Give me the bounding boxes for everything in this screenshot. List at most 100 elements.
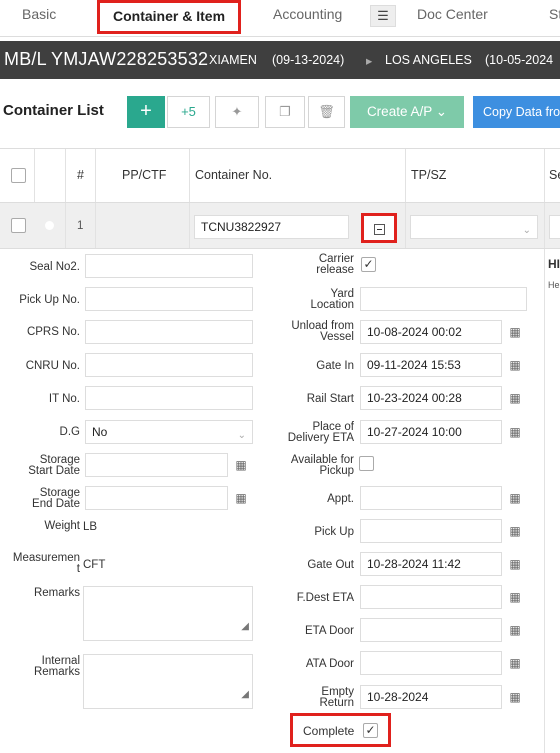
calendar-icon[interactable]: ▦ (504, 554, 526, 574)
calendar-icon[interactable]: ▦ (504, 422, 526, 442)
table-row[interactable]: 1 TCNU3822927 ⌄ (0, 203, 560, 249)
calendar-icon[interactable]: ▦ (504, 521, 526, 541)
calendar-icon[interactable]: ▦ (504, 620, 526, 640)
trash-icon[interactable]: 🗑 (308, 96, 345, 128)
gate-in-label: Gate In (316, 360, 354, 372)
header-select-cell (0, 149, 34, 202)
create-ap-button[interactable]: Create A/P ⌄ (350, 96, 464, 128)
internal-remarks-textarea[interactable]: ◢ (83, 654, 253, 709)
unload-vessel-input[interactable]: 10-08-2024 00:02 (360, 320, 502, 344)
cnru-no-input[interactable] (85, 353, 253, 377)
fdest-eta-input[interactable] (360, 585, 502, 609)
storage-end-label-2: End Date (32, 498, 80, 510)
available-pickup-checkbox[interactable] (359, 456, 374, 471)
column-tp-sz-label: TP/SZ (411, 168, 447, 182)
storage-start-input[interactable] (85, 453, 228, 477)
ata-door-label: ATA Door (305, 658, 354, 670)
chevron-down-icon: ⌄ (237, 430, 246, 441)
appt-input[interactable] (360, 486, 502, 510)
resize-handle-icon[interactable]: ◢ (241, 616, 249, 638)
collapse-button[interactable] (361, 213, 397, 243)
row-divider (189, 203, 190, 248)
calendar-icon[interactable]: ▦ (504, 322, 526, 342)
copy-data-button[interactable]: Copy Data fro (473, 96, 560, 128)
cnru-no-label: CNRU No. (25, 360, 80, 372)
pick-up-label: Pick Up (314, 526, 354, 538)
origin-port: XIAMEN (209, 53, 257, 67)
row-status-dot-icon (45, 221, 54, 230)
create-ap-label: Create A/P (366, 104, 432, 119)
calendar-icon[interactable]: ▦ (504, 653, 526, 673)
pod-eta-label-2: Delivery ETA (287, 432, 354, 444)
select-all-checkbox[interactable] (11, 168, 26, 183)
available-pickup-label-2: Pickup (319, 465, 354, 477)
column-container-no-label: Container No. (195, 168, 273, 182)
tab-bar: Basic Container & Item Accounting ☰ Doc … (0, 0, 560, 37)
carrier-release-label: Carrier release (260, 253, 354, 276)
tab-container-item[interactable]: Container & Item (97, 0, 242, 34)
internal-remarks-label: Internal Remarks (0, 655, 80, 678)
unload-vessel-label: Unload from Vessel (260, 320, 354, 343)
side-panel-sub: He (548, 280, 560, 290)
carrier-release-label-2: release (316, 264, 354, 276)
tab-next[interactable]: St (549, 0, 560, 34)
gate-out-input[interactable]: 10-28-2024 11:42 (360, 552, 502, 576)
calendar-icon[interactable]: ▦ (504, 488, 526, 508)
complete-checkbox[interactable]: ✓ (363, 723, 378, 738)
container-list-title: Container List (3, 102, 104, 119)
row-divider (65, 203, 66, 248)
measurement-label: Measuremen t (0, 552, 80, 575)
pod-eta-input[interactable]: 10-27-2024 10:00 (360, 420, 502, 444)
ata-door-input[interactable] (360, 651, 502, 675)
tab-accounting[interactable]: Accounting (273, 0, 342, 34)
pick-up-input[interactable] (360, 519, 502, 543)
empty-return-label: Empty Return (260, 686, 354, 709)
eta-door-label: ETA Door (305, 625, 354, 637)
row-divider (405, 203, 406, 248)
storage-end-input[interactable] (85, 486, 228, 510)
pick-up-no-input[interactable] (85, 287, 253, 311)
fdest-eta-label: F.Dest ETA (296, 592, 354, 604)
seal-no2-input[interactable] (85, 254, 253, 278)
yard-location-label: Yard Location (260, 288, 354, 311)
chevron-down-icon: ⌄ (435, 104, 448, 119)
next-column-input[interactable] (549, 215, 560, 239)
container-no-input[interactable]: TCNU3822927 (194, 215, 349, 239)
chevron-down-icon: ⌄ (522, 225, 531, 236)
sliders-icon[interactable]: ☰ (370, 5, 396, 27)
row-checkbox[interactable] (11, 218, 26, 233)
it-no-input[interactable] (85, 386, 253, 410)
resize-handle-icon[interactable]: ◢ (241, 684, 249, 706)
cprs-no-input[interactable] (85, 320, 253, 344)
measurement-unit: CFT (83, 559, 106, 571)
storage-start-label-2: Start Date (28, 465, 80, 477)
calendar-icon[interactable]: ▦ (230, 455, 252, 475)
column-tp-sz: TP/SZ (405, 149, 544, 202)
magic-fill-icon[interactable]: ✦ (215, 96, 259, 128)
destination-port: LOS ANGELES (385, 53, 472, 67)
tab-basic[interactable]: Basic (22, 0, 56, 34)
calendar-icon[interactable]: ▦ (504, 687, 526, 707)
remarks-textarea[interactable]: ◢ (83, 586, 253, 641)
calendar-icon[interactable]: ▦ (504, 587, 526, 607)
available-pickup-label: Available for Pickup (260, 454, 354, 477)
add-container-button[interactable]: + (127, 96, 165, 128)
copy-icon[interactable]: ❐ (265, 96, 305, 128)
calendar-icon[interactable]: ▦ (504, 355, 526, 375)
yard-location-label-2: Location (310, 299, 354, 311)
add-five-button[interactable]: +5 (167, 96, 210, 128)
calendar-icon[interactable]: ▦ (504, 388, 526, 408)
dg-select[interactable]: No ⌄ (85, 420, 253, 444)
calendar-icon[interactable]: ▦ (230, 488, 252, 508)
rail-start-input[interactable]: 10-23-2024 00:28 (360, 386, 502, 410)
gate-in-input[interactable]: 09-11-2024 15:53 (360, 353, 502, 377)
tp-sz-select[interactable]: ⌄ (410, 215, 538, 239)
column-next-label: Se (549, 168, 560, 182)
row-divider (544, 203, 545, 248)
yard-location-input[interactable] (360, 287, 527, 311)
eta-door-input[interactable] (360, 618, 502, 642)
empty-return-input[interactable]: 10-28-2024 (360, 685, 502, 709)
shipment-header: MB/L YMJAW228253532 XIAMEN (09-13-2024) … (0, 41, 560, 79)
carrier-release-checkbox[interactable]: ✓ (361, 257, 376, 272)
tab-doc-center[interactable]: Doc Center (417, 0, 488, 34)
